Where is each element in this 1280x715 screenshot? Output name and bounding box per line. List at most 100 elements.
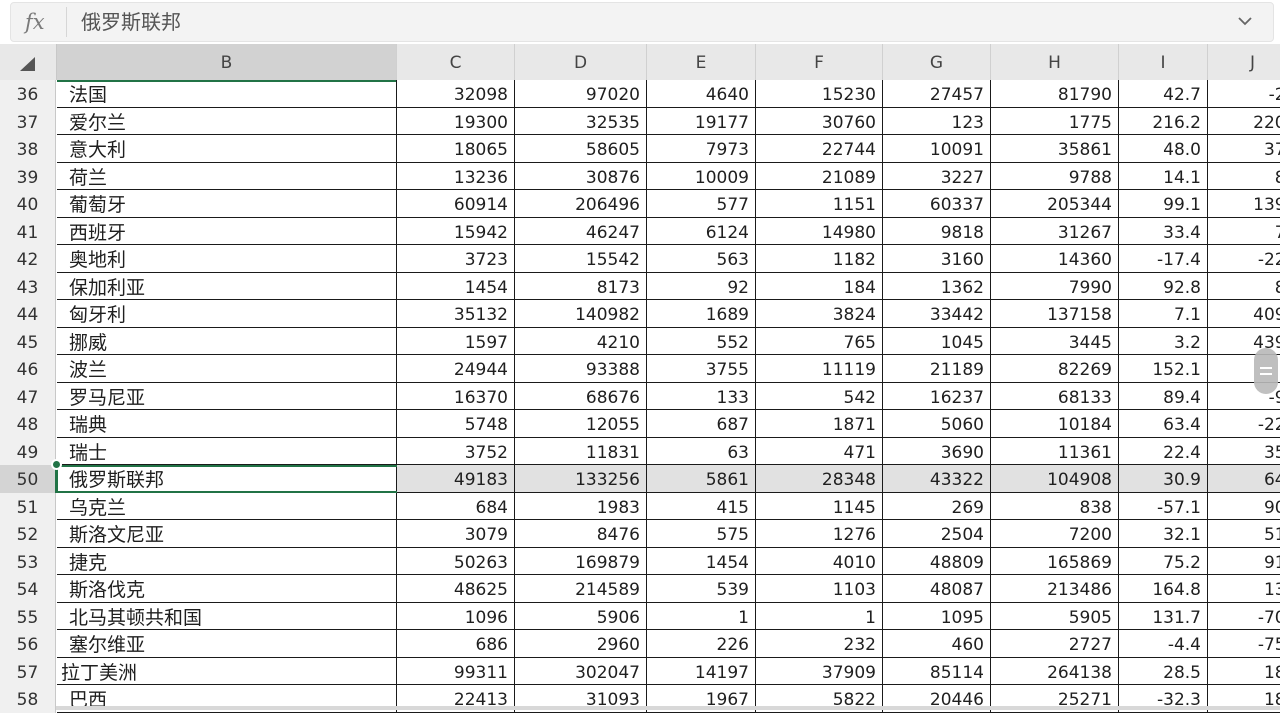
cell-value[interactable]: 85114	[883, 657, 991, 685]
cell-value[interactable]: 12055	[515, 410, 647, 438]
cell-value[interactable]: 1095	[883, 602, 991, 630]
cell-value[interactable]: 30.9	[1119, 465, 1208, 493]
cell-value[interactable]: 99.1	[1119, 190, 1208, 218]
row-header[interactable]: 47	[0, 382, 56, 410]
row-header[interactable]: 50	[0, 465, 56, 493]
cell-value[interactable]: 2960	[515, 630, 647, 658]
cell-value[interactable]: 214589	[515, 575, 647, 603]
cell-country-name[interactable]: 保加利亚	[57, 272, 397, 300]
cell-value[interactable]: 7.	[1208, 218, 1280, 245]
cell-value[interactable]: 32535	[515, 107, 647, 135]
cell-value[interactable]: 4640	[647, 80, 756, 108]
cell-value[interactable]: 82269	[991, 355, 1119, 383]
cell-value[interactable]: 35.	[1208, 438, 1280, 465]
cell-value[interactable]: 81790	[991, 80, 1119, 108]
cell-value[interactable]: 264138	[991, 657, 1119, 685]
cell-value[interactable]: 48809	[883, 547, 991, 575]
column-header-e[interactable]: E	[647, 44, 756, 80]
cell-value[interactable]: 563	[647, 245, 756, 273]
scroll-handle[interactable]	[1254, 348, 1278, 394]
cell-value[interactable]: 22744	[756, 135, 883, 163]
row-header[interactable]: 37	[0, 107, 56, 135]
cell-value[interactable]: 3.2	[1119, 327, 1208, 355]
column-header-i[interactable]: I	[1119, 44, 1208, 80]
cell-value[interactable]: 1145	[756, 492, 883, 520]
cell-value[interactable]: 15942	[397, 217, 515, 245]
cell-value[interactable]: 3723	[397, 245, 515, 273]
column-header-g[interactable]: G	[883, 44, 991, 80]
cell-value[interactable]: 133256	[515, 465, 647, 493]
cell-country-name[interactable]: 北马其顿共和国	[57, 602, 397, 630]
row-header[interactable]: 52	[0, 520, 56, 548]
cell-value[interactable]: 28348	[756, 465, 883, 493]
cell-country-name[interactable]: 意大利	[57, 135, 397, 163]
column-header-d[interactable]: D	[515, 44, 647, 80]
cell-value[interactable]: 552	[647, 327, 756, 355]
cell-value[interactable]: 16370	[397, 382, 515, 410]
cell-value[interactable]: 43322	[883, 465, 991, 493]
cell-value[interactable]: 206496	[515, 190, 647, 218]
cell-value[interactable]: 90.	[1208, 493, 1280, 520]
cell-value[interactable]: 46247	[515, 217, 647, 245]
cell-value[interactable]: 89.4	[1119, 382, 1208, 410]
cell-value[interactable]: 1276	[756, 520, 883, 548]
cell-value[interactable]: 539	[647, 575, 756, 603]
row-header[interactable]: 40	[0, 190, 56, 218]
cell-value[interactable]: -2.	[1208, 80, 1280, 108]
cell-value[interactable]: 63	[647, 437, 756, 465]
cell-value[interactable]: 3824	[756, 300, 883, 328]
cell-country-name[interactable]: 匈牙利	[57, 300, 397, 328]
selection-handle[interactable]	[51, 459, 62, 470]
cell-value[interactable]: 575	[647, 520, 756, 548]
row-header[interactable]: 43	[0, 272, 56, 300]
cell-value[interactable]: 1096	[397, 602, 515, 630]
cell-value[interactable]: 33442	[883, 300, 991, 328]
cell-value[interactable]: 184	[756, 272, 883, 300]
row-header[interactable]: 38	[0, 135, 56, 163]
column-header-b[interactable]: B	[57, 44, 397, 80]
cell-value[interactable]: 1151	[756, 190, 883, 218]
cell-value[interactable]: 30876	[515, 162, 647, 190]
cell-value[interactable]: 49183	[397, 465, 515, 493]
cell-value[interactable]: 22.4	[1119, 437, 1208, 465]
row-header[interactable]: 51	[0, 492, 56, 520]
cell-value[interactable]: 48625	[397, 575, 515, 603]
cell-value[interactable]: 152.1	[1119, 355, 1208, 383]
horizontal-scrollbar[interactable]	[56, 706, 1280, 710]
cell-value[interactable]: 75.2	[1119, 547, 1208, 575]
cell-value[interactable]: -22.	[1208, 245, 1280, 273]
row-header[interactable]: 42	[0, 245, 56, 273]
row-header[interactable]: 41	[0, 217, 56, 245]
cell-value[interactable]: 269	[883, 492, 991, 520]
cell-value[interactable]: 471	[756, 437, 883, 465]
cell-value[interactable]: 93388	[515, 355, 647, 383]
cell-value[interactable]: -4.4	[1119, 630, 1208, 658]
cell-country-name[interactable]: 乌克兰	[57, 492, 397, 520]
cell-value[interactable]: 1045	[883, 327, 991, 355]
cell-value[interactable]: 92	[647, 272, 756, 300]
cell-value[interactable]: 5906	[515, 602, 647, 630]
cell-value[interactable]: 64.	[1208, 465, 1280, 493]
cell-value[interactable]: -57.1	[1119, 492, 1208, 520]
cell-value[interactable]: 1103	[756, 575, 883, 603]
cell-country-name[interactable]: 罗马尼亚	[57, 382, 397, 410]
cell-country-name[interactable]: 法国	[57, 80, 397, 108]
row-header[interactable]: 36	[0, 80, 56, 108]
cell-value[interactable]: 226	[647, 630, 756, 658]
cell-value[interactable]: 15542	[515, 245, 647, 273]
cell-value[interactable]: 16237	[883, 382, 991, 410]
cell-value[interactable]: 2504	[883, 520, 991, 548]
cell-value[interactable]: 104908	[991, 465, 1119, 493]
column-header-h[interactable]: H	[991, 44, 1119, 80]
cell-value[interactable]: 13236	[397, 162, 515, 190]
cell-country-name[interactable]: 荷兰	[57, 162, 397, 190]
cell-value[interactable]: 15230	[756, 80, 883, 108]
cell-value[interactable]: 37.	[1208, 135, 1280, 163]
cell-value[interactable]: 1775	[991, 107, 1119, 135]
column-header-j[interactable]: J	[1208, 44, 1280, 80]
cell-value[interactable]: 577	[647, 190, 756, 218]
cell-value[interactable]: 3755	[647, 355, 756, 383]
cell-value[interactable]: 1454	[397, 272, 515, 300]
cell-value[interactable]: 2727	[991, 630, 1119, 658]
cell-value[interactable]: 37909	[756, 657, 883, 685]
